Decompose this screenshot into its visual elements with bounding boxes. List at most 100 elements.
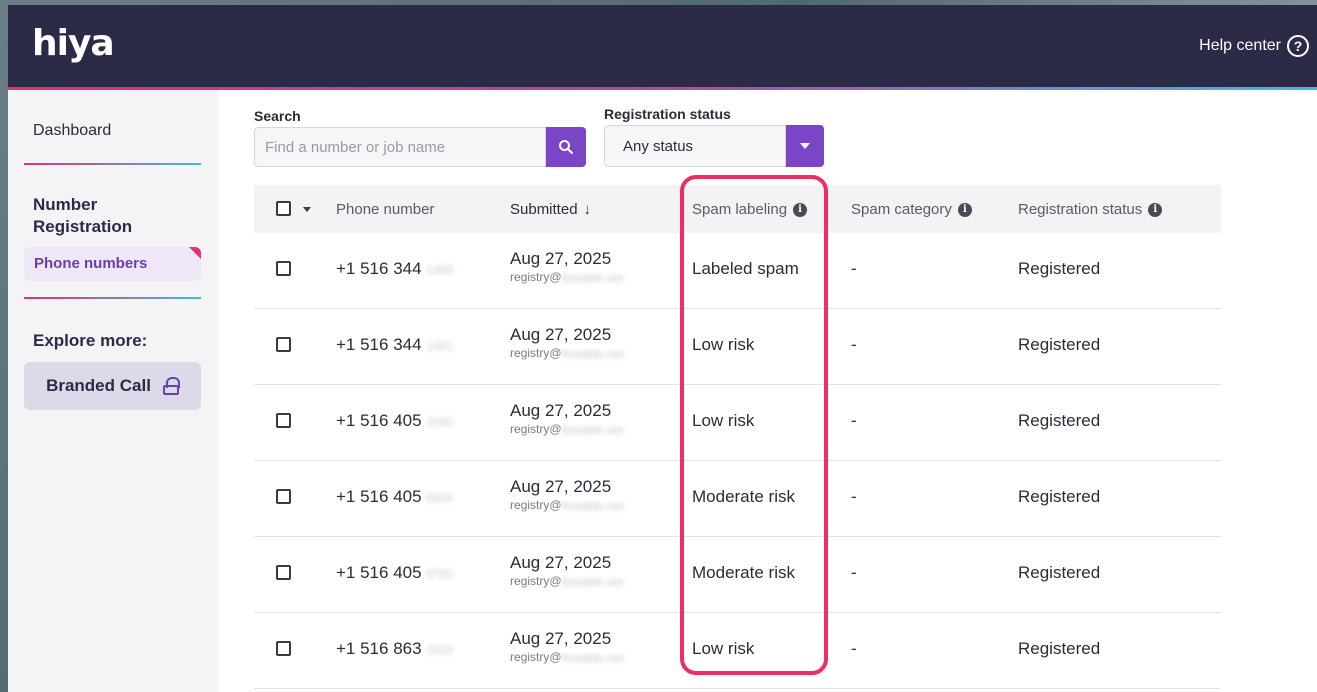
- row-checkbox[interactable]: [276, 337, 291, 352]
- search-label: Search: [254, 108, 301, 124]
- table-row: +1 516 405 3340 Aug 27, 2025 registry@fi…: [254, 385, 1221, 461]
- info-icon[interactable]: i: [793, 202, 808, 217]
- help-center-link[interactable]: Help center ?: [1199, 35, 1309, 57]
- app-window: hiya Help center ? Dashboard Number Regi…: [8, 5, 1317, 692]
- submitted-date: Aug 27, 2025: [510, 249, 612, 268]
- email-redacted: firstable.net: [561, 422, 624, 437]
- row-checkbox[interactable]: [276, 413, 291, 428]
- column-header-submitted[interactable]: Submitted ↓: [510, 201, 591, 218]
- phone-number-redacted: 1461: [426, 338, 453, 353]
- email-redacted: firstable.net: [561, 498, 624, 513]
- spam-labeling-cell: Labeled spam: [692, 259, 799, 278]
- lock-icon: [162, 377, 180, 395]
- table-header: Phone number Submitted ↓ Spam labeling i…: [254, 185, 1221, 233]
- submitted-date: Aug 27, 2025: [510, 553, 612, 572]
- email-redacted: firstable.net: [561, 270, 624, 285]
- spam-category-cell: -: [851, 411, 857, 430]
- phone-number-prefix: +1 516 344: [336, 259, 422, 278]
- submitted-date: Aug 27, 2025: [510, 477, 612, 496]
- submitted-by-email: registry@firstable.net: [510, 574, 624, 589]
- table-row: +1 516 344 1461 Aug 27, 2025 registry@fi…: [254, 309, 1221, 385]
- sidebar-item-phone-numbers[interactable]: Phone numbers: [24, 247, 201, 281]
- spam-labeling-cell: Low risk: [692, 639, 755, 658]
- sidebar-divider: [24, 297, 201, 299]
- submitted-by-email: registry@firstable.net: [510, 270, 624, 285]
- column-header-registration-status: Registration status i: [1018, 201, 1163, 218]
- email-redacted: firstable.net: [561, 574, 624, 589]
- spam-category-cell: -: [851, 259, 857, 278]
- select-dropdown-caret-icon[interactable]: [303, 207, 311, 212]
- submitted-by-email: registry@firstable.net: [510, 650, 624, 665]
- spam-labeling-cell: Low risk: [692, 335, 755, 354]
- registration-status-dropdown-button[interactable]: [786, 125, 824, 167]
- phone-number-redacted: 3340: [426, 414, 453, 429]
- registration-status-cell: Registered: [1018, 563, 1101, 582]
- submitted-date: Aug 27, 2025: [510, 629, 612, 648]
- search-icon: [559, 140, 573, 154]
- email-prefix: registry@: [510, 650, 562, 664]
- column-header-label: Spam labeling: [692, 201, 788, 218]
- row-checkbox[interactable]: [276, 641, 291, 656]
- row-checkbox[interactable]: [276, 261, 291, 276]
- registration-status-label: Registration status: [604, 106, 731, 122]
- hiya-logo[interactable]: hiya: [32, 23, 115, 64]
- table-row: +1 516 344 1459 Aug 27, 2025 registry@fi…: [254, 233, 1221, 309]
- sort-arrow-down-icon: ↓: [583, 201, 592, 218]
- column-header-label: Phone number: [336, 201, 435, 218]
- sidebar-section-explore: Explore more:: [33, 331, 148, 350]
- email-redacted: firstable.net: [561, 346, 624, 361]
- branded-call-label: Branded Call: [46, 376, 151, 395]
- spam-category-cell: -: [851, 335, 857, 354]
- active-corner-marker: [189, 247, 201, 259]
- table-row: +1 516 405 6634 Aug 27, 2025 registry@fi…: [254, 461, 1221, 537]
- registration-status-select[interactable]: Any status: [604, 125, 786, 167]
- registration-status-cell: Registered: [1018, 335, 1101, 354]
- search-button[interactable]: [546, 127, 586, 167]
- email-redacted: firstable.net: [561, 650, 624, 665]
- email-prefix: registry@: [510, 346, 562, 360]
- email-prefix: registry@: [510, 574, 562, 588]
- info-icon[interactable]: i: [1148, 202, 1163, 217]
- sidebar-item-dashboard[interactable]: Dashboard: [33, 122, 111, 140]
- info-icon[interactable]: i: [957, 202, 972, 217]
- phone-number-redacted: 1459: [426, 262, 453, 277]
- spam-labeling-cell: Moderate risk: [692, 487, 795, 506]
- email-prefix: registry@: [510, 498, 562, 512]
- email-prefix: registry@: [510, 270, 562, 284]
- phone-number-cell: +1 516 405 6634: [336, 487, 453, 507]
- row-checkbox[interactable]: [276, 565, 291, 580]
- phone-number-prefix: +1 516 344: [336, 335, 422, 354]
- column-header-label: Spam category: [851, 201, 952, 218]
- top-bar: hiya Help center ?: [8, 5, 1317, 88]
- submitted-by-email: registry@firstable.net: [510, 498, 624, 513]
- sidebar-item-label: Phone numbers: [34, 255, 148, 272]
- spam-category-cell: -: [851, 487, 857, 506]
- spam-category-cell: -: [851, 639, 857, 658]
- column-header-label: Registration status: [1018, 201, 1143, 218]
- phone-number-cell: +1 516 863 2019: [336, 639, 453, 659]
- sidebar-section-number-registration: Number Registration: [33, 195, 133, 236]
- select-all-checkbox[interactable]: [276, 201, 291, 216]
- column-header-label: Submitted: [510, 201, 578, 218]
- registration-status-cell: Registered: [1018, 411, 1101, 430]
- sidebar-divider: [24, 163, 201, 165]
- column-header-spam-category: Spam category i: [851, 201, 972, 218]
- row-checkbox[interactable]: [276, 489, 291, 504]
- phone-number-prefix: +1 516 405: [336, 411, 422, 430]
- spam-labeling-cell: Low risk: [692, 411, 755, 430]
- spam-labeling-cell: Moderate risk: [692, 563, 795, 582]
- registration-status-cell: Registered: [1018, 487, 1101, 506]
- submitted-date: Aug 27, 2025: [510, 325, 612, 344]
- branded-call-button[interactable]: Branded Call: [24, 362, 201, 410]
- spam-category-cell: -: [851, 563, 857, 582]
- question-circle-icon: ?: [1287, 35, 1309, 57]
- phone-number-cell: +1 516 405 6750: [336, 563, 453, 583]
- registration-status-cell: Registered: [1018, 259, 1101, 278]
- phone-number-cell: +1 516 344 1459: [336, 259, 453, 279]
- phone-number-redacted: 6634: [426, 490, 453, 505]
- chevron-down-icon: [800, 143, 810, 149]
- registration-status-cell: Registered: [1018, 639, 1101, 658]
- phone-number-prefix: +1 516 863: [336, 639, 422, 658]
- phone-number-redacted: 6750: [426, 566, 453, 581]
- search-input[interactable]: [254, 127, 546, 167]
